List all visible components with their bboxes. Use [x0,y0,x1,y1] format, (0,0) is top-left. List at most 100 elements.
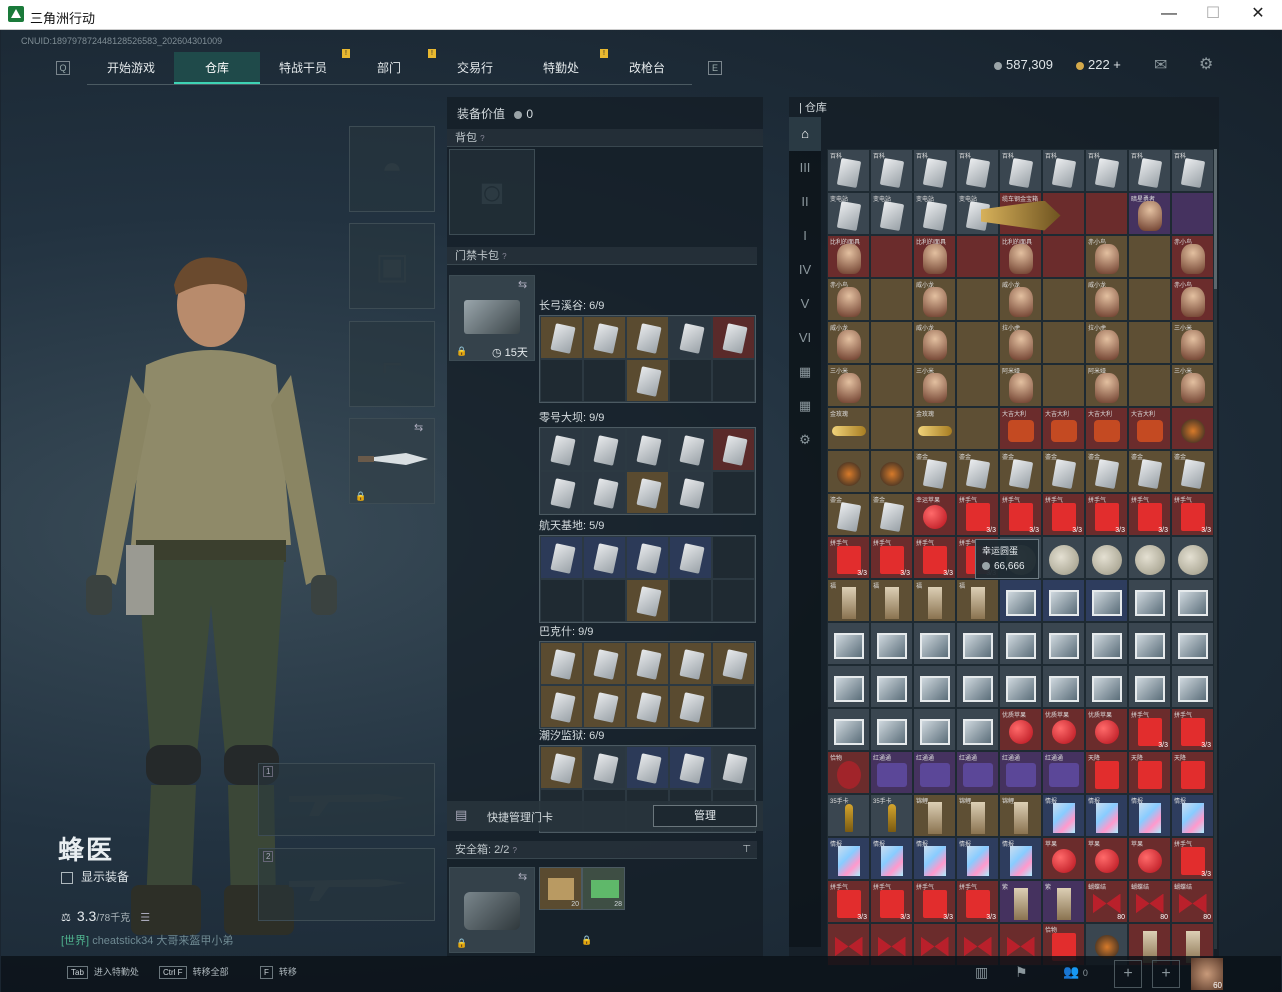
keycard-slot[interactable] [626,359,669,402]
warehouse-item[interactable]: 金玫瑰 [913,407,956,450]
warehouse-item[interactable]: 情报 [827,837,870,880]
keycard-slot[interactable] [669,642,712,685]
warehouse-item[interactable] [1042,278,1085,321]
keycard-slot[interactable] [626,428,669,471]
warehouse-item[interactable]: 百科 [913,149,956,192]
warehouse-item[interactable]: 赤小鸟 [1171,278,1214,321]
warehouse-item[interactable]: 情报 [1128,794,1171,837]
warehouse-item[interactable]: 变电站 [913,192,956,235]
keycard-slot[interactable] [583,316,626,359]
warehouse-item[interactable] [1042,321,1085,364]
warehouse-item[interactable]: 拼手气3/3 [913,880,956,923]
keycard-slot[interactable] [712,316,755,359]
warehouse-item[interactable]: 蝴蝶结 80 [1171,880,1214,923]
warehouse-item[interactable]: 鎏金 [1128,450,1171,493]
warehouse-item[interactable]: 情报 [1085,794,1128,837]
hotkey-hint[interactable]: Ctrl F 转移全部 [159,965,229,979]
warehouse-item[interactable] [956,665,999,708]
warehouse-item[interactable] [1042,364,1085,407]
keycard-slot[interactable] [583,579,626,622]
warehouse-item[interactable]: 福 [827,579,870,622]
warehouse-item[interactable]: 百科 [1085,149,1128,192]
warehouse-item[interactable]: 百科 [870,149,913,192]
swap-icon[interactable]: ⇆ [518,278,527,291]
warehouse-item[interactable]: 比利的面具 [827,235,870,278]
warehouse-tab-icon[interactable]: III [789,151,821,185]
warehouse-item[interactable] [1128,278,1171,321]
warehouse-item[interactable]: 拼手气3/3 [870,536,913,579]
warehouse-item[interactable] [1128,622,1171,665]
warehouse-item[interactable]: 苹果 [1128,837,1171,880]
keycard-slot[interactable] [626,316,669,359]
warehouse-item[interactable]: 苹果 [1042,837,1085,880]
tab-6[interactable]: 改枪台 [604,52,690,84]
next-tab-icon[interactable]: E [708,61,722,75]
melee-slot[interactable]: ⇆ 🔒 [349,418,435,504]
backpack-slot[interactable]: ◙ [449,149,535,235]
keycard-slot[interactable] [583,428,626,471]
invite-slot-button[interactable]: + [1114,960,1142,988]
warehouse-item[interactable]: 百科 [999,149,1042,192]
warehouse-item[interactable]: 恰物 [827,751,870,794]
keycard-slot[interactable] [669,316,712,359]
warehouse-item[interactable] [999,665,1042,708]
warehouse-item[interactable] [1171,192,1214,235]
warehouse-tab-icon[interactable]: ⚙ [789,423,821,457]
warehouse-item[interactable] [1085,665,1128,708]
warehouse-item[interactable]: 优质苹果 [1042,708,1085,751]
tab-3[interactable]: 部门! [346,49,436,84]
warehouse-item[interactable]: 百科 [1042,149,1085,192]
warehouse-item[interactable]: 威小龙 [913,321,956,364]
warehouse-item[interactable]: 百科 [827,149,870,192]
warehouse-item[interactable]: 鎏金 [956,450,999,493]
warehouse-item[interactable] [1128,235,1171,278]
warehouse-item[interactable]: 天降 [1171,751,1214,794]
keycard-slot[interactable] [712,746,755,789]
warehouse-item[interactable] [1128,665,1171,708]
keycard-slot[interactable] [583,685,626,728]
warehouse-tab-icon[interactable]: ▦ [789,389,821,423]
keycard-slot[interactable] [669,359,712,402]
keycard-slot[interactable] [626,746,669,789]
warehouse-item[interactable] [1128,579,1171,622]
warehouse-item[interactable]: 金玫瑰 [827,407,870,450]
list-icon[interactable]: ☰ [140,912,150,924]
warehouse-item[interactable] [956,278,999,321]
warehouse-item[interactable]: 红通通 [956,751,999,794]
warehouse-item[interactable] [870,364,913,407]
help-icon[interactable]: ? [480,134,484,143]
warehouse-item[interactable]: 鎏金 [999,450,1042,493]
warehouse-item[interactable] [999,579,1042,622]
warehouse-item[interactable]: 百科 [1128,149,1171,192]
armor-slot[interactable]: ▣ [349,223,435,309]
prev-tab-icon[interactable]: Q [56,61,70,75]
warehouse-item[interactable]: 比利的面具 [999,235,1042,278]
keycard-slot[interactable] [540,316,583,359]
warehouse-item[interactable] [870,278,913,321]
warehouse-item[interactable] [827,708,870,751]
warehouse-tab-icon[interactable]: V [789,287,821,321]
warehouse-item[interactable]: 三小米 [827,364,870,407]
mail-icon[interactable]: ✉ [1154,55,1167,75]
warehouse-item[interactable]: 三小米 [1171,364,1214,407]
warehouse-item[interactable]: 拼手气3/3 [1128,708,1171,751]
warehouse-item[interactable]: 三小米 [913,364,956,407]
keycard-slot[interactable] [669,428,712,471]
helmet-slot[interactable]: ◓ [349,126,435,212]
warehouse-item[interactable]: 拼手气3/3 [956,880,999,923]
warehouse-item[interactable]: 鎏金 [1042,450,1085,493]
keycard-slot[interactable] [626,471,669,514]
keycard-slot[interactable] [626,642,669,685]
warehouse-item[interactable] [1128,536,1171,579]
warehouse-item[interactable]: 威小龙 [913,278,956,321]
warehouse-item[interactable]: 情报 [1171,794,1214,837]
keycard-slot[interactable] [669,471,712,514]
warehouse-tab-icon[interactable]: II [789,185,821,219]
card-pack-slot[interactable]: ⇆ 🔒 ◷ 15天 [449,275,535,361]
warehouse-item[interactable] [1042,579,1085,622]
checkbox[interactable] [61,871,73,884]
warehouse-item[interactable]: 蝴蝶结 80 [1085,880,1128,923]
warehouse-item[interactable] [913,622,956,665]
warehouse-item[interactable] [870,450,913,493]
warehouse-item[interactable]: 拼手气3/3 [1128,493,1171,536]
